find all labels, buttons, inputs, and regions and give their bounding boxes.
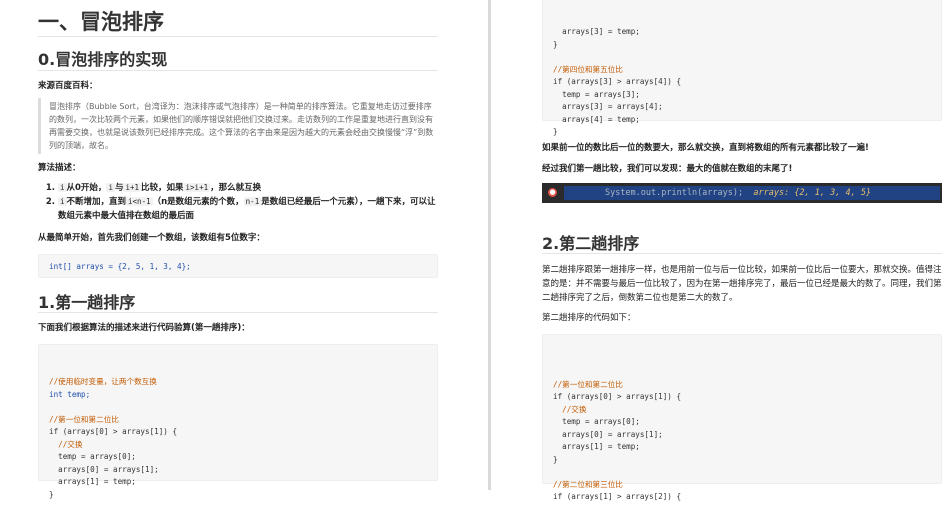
code-line: temp = arrays[3]; <box>553 89 640 99</box>
title-divider <box>38 36 438 37</box>
inline-code: i <box>58 183 67 192</box>
second-pass-description: 第二趟排序跟第一趟排序一样，也是用前一位与后一位比较，如果前一位比后一位要大，那… <box>542 263 942 305</box>
code-line: //第二位和第三位比 <box>553 479 623 489</box>
result-explanation: 经过我们第一趟比较，我们可以发现：最大的值就在数组的末尾了! <box>542 164 793 174</box>
highlighted-line: System.out.println(arrays); arrays: {2, … <box>564 186 940 200</box>
code-line: } <box>553 127 558 136</box>
section-heading-implementation: 0.冒泡排序的实现 <box>38 50 168 69</box>
code-intro: 第二趟排序的代码如下： <box>542 313 636 323</box>
section-divider <box>38 312 438 313</box>
code-line: //第四位和第五位比 <box>553 64 623 74</box>
debug-console-line: ● System.out.println(arrays); arrays: {2… <box>542 183 942 203</box>
intro-text: 从最简单开始，首先我们创建一个数组，该数组有5位数字： <box>38 233 265 243</box>
inline-code: i>i+1 <box>183 183 211 192</box>
code-line: //第一位和第二位比 <box>553 379 623 389</box>
section-heading-first-pass: 1.第一趟排序 <box>38 293 136 312</box>
source-label: 来源百度百科： <box>38 81 98 91</box>
code-line: int[] arrays = {2, 5, 1, 3, 4}; <box>49 262 191 271</box>
algorithm-step-2: i不断增加，直到i<n-1（n是数组元素的个数，n-1是数组已经最后一个元素），… <box>58 195 438 223</box>
code-line: } <box>49 489 54 499</box>
code-line: temp = arrays[0]; <box>49 452 136 461</box>
left-page: 一、冒泡排序 0.冒泡排序的实现 来源百度百科： 冒泡排序（Bubble Sor… <box>0 0 488 516</box>
code-line: arrays[0] = arrays[1]; <box>49 464 159 474</box>
continued-code-block[interactable]: arrays[3] = temp;} //第四位和第五位比 if (arrays[… <box>542 0 942 136</box>
code-line: arrays[3] = temp; <box>553 27 640 36</box>
second-pass-code-block[interactable]: //第一位和第二位比 if (arrays[0] > arrays[1]) { /… <box>542 334 942 501</box>
swap-explanation: 如果前一位的数比后一位的数要大，那么就交换，直到将数组的所有元素都比较了一遍! <box>542 143 869 153</box>
inline-code: i <box>106 183 115 192</box>
code-line: if (arrays[0] > arrays[1]) { <box>553 392 682 401</box>
step-text: 比较，如果 <box>141 183 184 193</box>
code-line: arrays[1] = temp; <box>49 477 136 486</box>
code-line: } <box>553 39 558 49</box>
code-line: //使用临时变量，让两个数互换 <box>49 377 157 386</box>
inline-debug-value: arrays: {2, 1, 3, 4, 5} <box>753 188 872 198</box>
verify-text: 下面我们根据算法的描述来进行代码验算(第一趟排序)： <box>38 323 250 333</box>
section-divider <box>542 253 942 254</box>
description-text: 第二趟排序跟第一趟排序一样，也是用前一位与后一位比较，如果前一位比后一位要大，那… <box>542 265 942 303</box>
breakpoint-icon[interactable]: ● <box>548 188 557 197</box>
first-pass-code-block[interactable]: //使用临时变量，让两个数互换 int temp; //第一位和第二位比 if (a… <box>38 344 438 499</box>
page-title: 一、冒泡排序 <box>38 10 164 34</box>
code-line: //第一位和第二位比 <box>49 414 119 424</box>
code-line: } <box>553 454 558 464</box>
algorithm-step-1: i从0开始，i与i+1比较，如果i>i+1，那么就互换 <box>58 181 438 195</box>
step-text: 不断增加，直到 <box>66 197 127 207</box>
code-line: arrays[1] = temp; <box>553 442 640 451</box>
inline-code: i+1 <box>123 183 142 192</box>
right-page: arrays[3] = temp;} //第四位和第五位比 if (arrays[… <box>491 0 951 516</box>
inline-code: n-1 <box>243 197 262 206</box>
section-divider <box>38 70 438 71</box>
code-line: int temp; <box>49 389 91 399</box>
println-statement: System.out.println(arrays); <box>604 188 744 198</box>
step-text: ，那么就互换 <box>210 183 262 193</box>
baike-quote: 冒泡排序（Bubble Sort，台湾译为：泡沫排序或气泡排序）是一种简单的排序… <box>38 98 443 154</box>
inline-code: i <box>58 197 67 206</box>
code-line: if (arrays[0] > arrays[1]) { <box>49 427 178 436</box>
code-line: temp = arrays[0]; <box>553 417 640 426</box>
code-line: //交换 <box>49 439 83 449</box>
algorithm-steps: i从0开始，i与i+1比较，如果i>i+1，那么就互换 i不断增加，直到i<n-… <box>38 181 438 223</box>
code-line: if (arrays[1] > arrays[2]) { <box>553 492 682 501</box>
step-text: 从0开始， <box>66 183 107 193</box>
section-heading-second-pass: 2.第二趟排序 <box>542 234 640 253</box>
code-line: arrays[0] = arrays[1]; <box>553 429 663 439</box>
array-code-block[interactable]: int[] arrays = {2, 5, 1, 3, 4}; <box>38 254 438 278</box>
code-line: arrays[4] = temp; <box>553 114 640 124</box>
step-text: （n是数组元素的个数， <box>152 197 244 207</box>
code-line: if (arrays[3] > arrays[4]) { <box>553 77 682 86</box>
code-line: //交换 <box>553 404 587 414</box>
code-line: arrays[3] = arrays[4]; <box>553 102 663 111</box>
inline-code: i<n-1 <box>126 197 153 206</box>
algorithm-label: 算法描述： <box>38 163 81 173</box>
